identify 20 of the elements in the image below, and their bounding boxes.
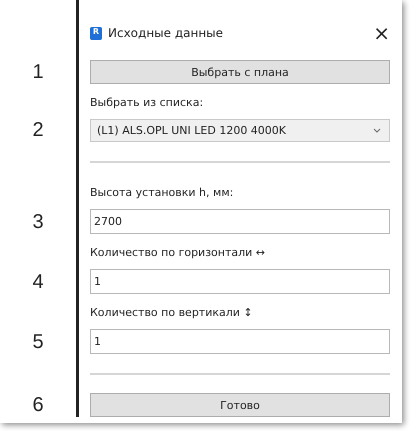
window-title: Исходные данные bbox=[108, 26, 224, 40]
app-icon: R bbox=[90, 26, 102, 40]
step-number: 2 bbox=[32, 118, 44, 142]
input-field[interactable]: 2700 bbox=[90, 209, 390, 234]
chevron-icon bbox=[373, 128, 381, 133]
action-button[interactable]: Выбрать с плана bbox=[90, 60, 390, 84]
step-number: 5 bbox=[32, 330, 44, 354]
field-label: Количество по горизонтали ↔ bbox=[90, 245, 266, 261]
step-number: 1 bbox=[32, 60, 44, 84]
input-field[interactable]: 1 bbox=[90, 329, 390, 354]
input-field[interactable]: 1 bbox=[90, 269, 390, 294]
field-label: Высота установки h, мм: bbox=[90, 185, 234, 201]
step-number: 3 bbox=[32, 210, 44, 234]
field-label: Выбрать из списка: bbox=[90, 95, 204, 111]
action-button[interactable]: Готово bbox=[90, 393, 390, 417]
field-label: Количество по вертикали ↕ bbox=[90, 305, 254, 321]
step-number: 6 bbox=[32, 393, 44, 417]
close-icon[interactable]: × bbox=[373, 23, 390, 43]
dropdown-field[interactable]: (L1) ALS.OPL UNI LED 1200 4000K bbox=[90, 119, 390, 142]
step-number: 4 bbox=[32, 270, 44, 294]
